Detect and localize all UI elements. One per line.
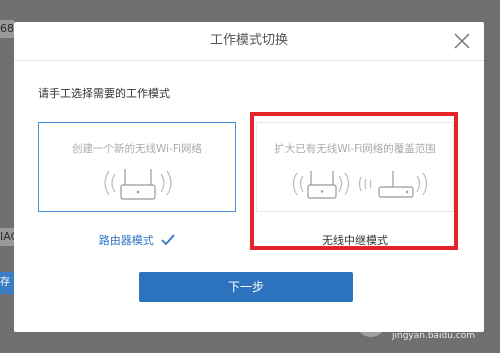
router-mode-card[interactable]: 创建一个新的无线Wi-Fi网络 <box>38 122 236 212</box>
instruction-text: 请手工选择需要的工作模式 <box>38 87 170 100</box>
close-icon[interactable] <box>452 31 472 51</box>
router-mode-option[interactable]: 路由器模式 <box>38 232 236 248</box>
watermark-url: jingyan.baidu.com <box>392 331 476 341</box>
checkmark-icon <box>161 234 175 248</box>
router-mode-label: 路由器模式 <box>98 234 154 247</box>
background-text-fragment: 68 <box>0 20 14 38</box>
router-icon <box>104 169 172 200</box>
work-mode-dialog: 工作模式切换 请手工选择需要的工作模式 创建一个新的无线Wi-Fi网络 扩大已有… <box>14 22 484 332</box>
annotation-highlight-box <box>250 112 458 250</box>
next-step-button[interactable]: 下一步 <box>139 272 353 302</box>
dialog-header: 工作模式切换 <box>14 22 484 61</box>
watermark-text: 路由器 <box>392 307 458 331</box>
background-button-fragment: 存 <box>0 272 14 294</box>
dialog-title: 工作模式切换 <box>209 33 288 48</box>
router-mode-description: 创建一个新的无线Wi-Fi网络 <box>71 143 203 155</box>
watermark: 路由器 jingyan.baidu.com <box>356 301 492 349</box>
background-text-fragment: IAC <box>0 228 14 246</box>
watermark-logo-icon <box>356 307 386 337</box>
